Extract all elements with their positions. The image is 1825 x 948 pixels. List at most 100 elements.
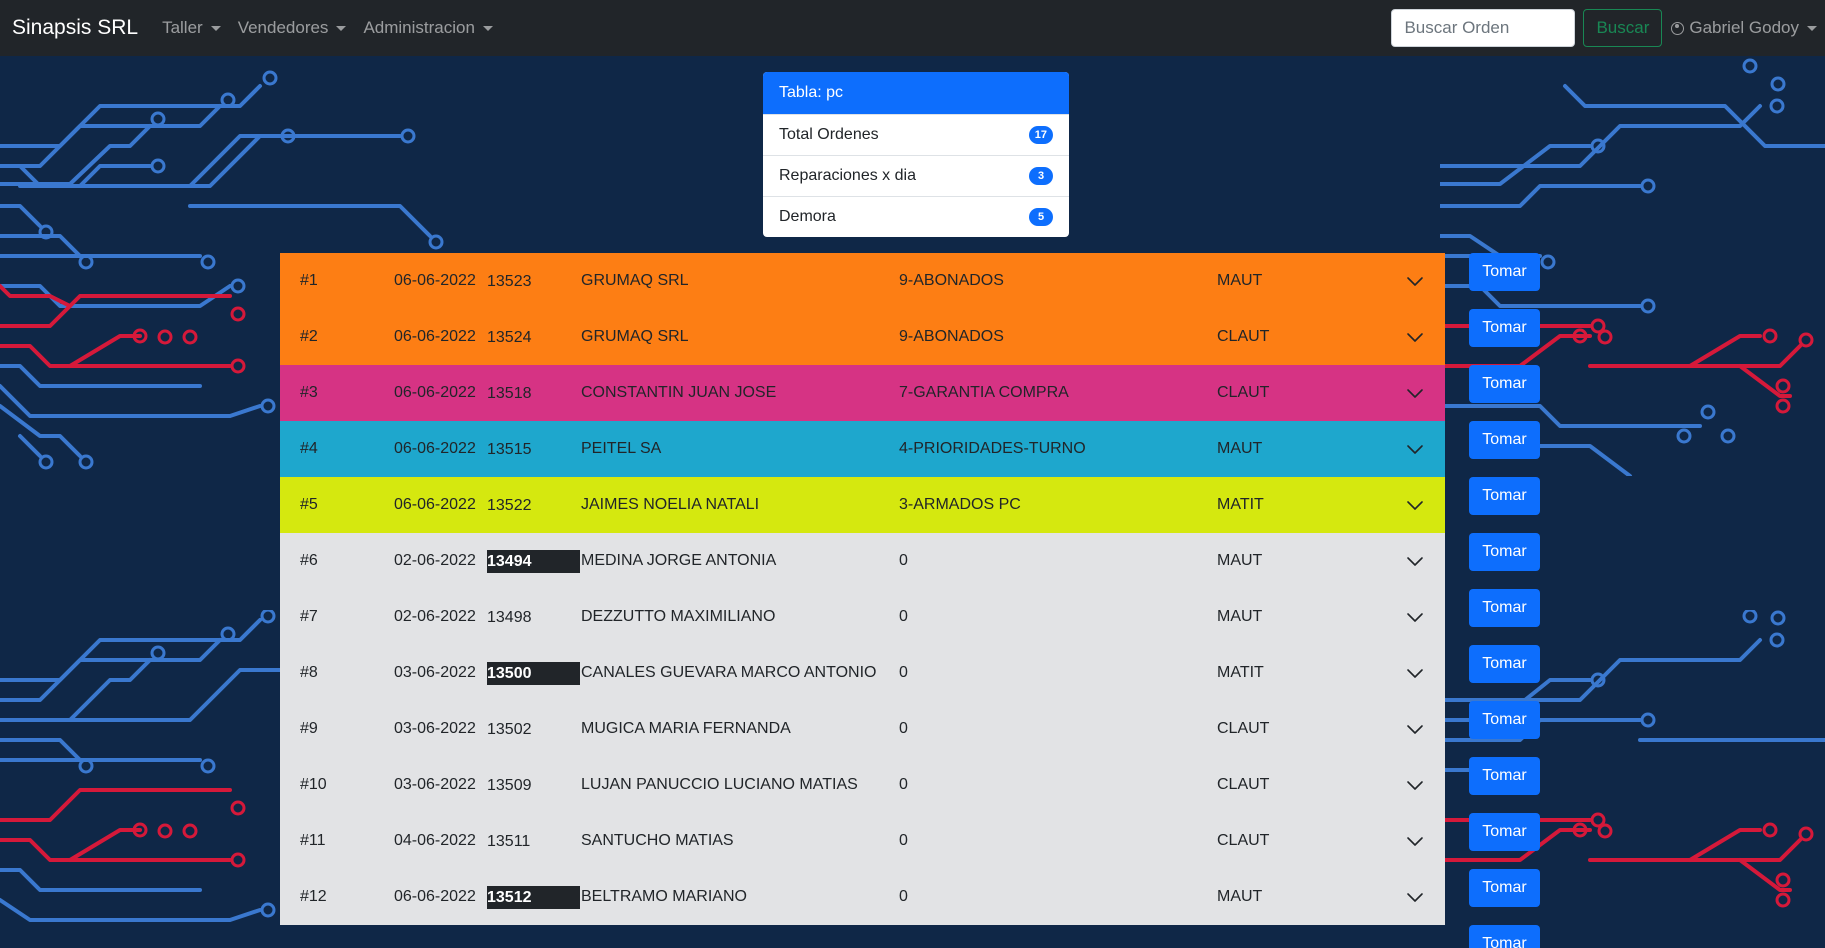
tomar-button[interactable]: Tomar [1469,309,1540,347]
nav-menu-taller[interactable]: Taller [162,18,221,38]
chevron-down-icon[interactable] [1405,607,1425,627]
nav-right-group: Buscar Gabriel Godoy [1391,9,1817,47]
order-number: #1 [300,272,318,289]
nav-menu-vendedores[interactable]: Vendedores [238,18,347,38]
chevron-down-icon[interactable] [1405,663,1425,683]
tomar-button[interactable]: Tomar [1469,421,1540,459]
order-number: #10 [300,776,327,793]
stats-label: Reparaciones x dia [779,167,916,184]
order-category: 9-ABONADOS [899,272,1004,289]
order-id: 13494 [487,549,580,573]
order-number: #8 [300,664,318,681]
search-order-input[interactable] [1391,9,1576,47]
order-date: 06-06-2022 [394,384,476,401]
order-date: 06-06-2022 [394,440,476,457]
chevron-down-icon[interactable] [1405,271,1425,291]
order-number: #4 [300,440,318,457]
stats-label: Total Ordenes [779,126,879,143]
tomar-button[interactable]: Tomar [1469,925,1540,948]
order-technician: CLAUT [1217,384,1270,401]
tomar-button[interactable]: Tomar [1469,477,1540,515]
order-client: SANTUCHO MATIAS [581,832,734,849]
order-row[interactable]: #3 06-06-2022 13518 CONSTANTIN JUAN JOSE 7-G… [280,365,1445,421]
tomar-button[interactable]: Tomar [1469,365,1540,403]
order-number: #6 [300,552,318,569]
order-id: 13512 [487,885,580,909]
user-menu[interactable]: Gabriel Godoy [1671,18,1817,38]
order-category: 0 [899,664,908,681]
order-client: CANALES GUEVARA MARCO ANTONIO [581,664,877,681]
order-id: 13523 [487,272,532,290]
order-number: #7 [300,608,318,625]
order-date: 03-06-2022 [394,664,476,681]
order-client: GRUMAQ SRL [581,272,689,289]
order-row[interactable]: #7 02-06-2022 13498 DEZZUTTO MAXIMILIANO 0 MA… [280,589,1445,645]
tomar-button[interactable]: Tomar [1469,253,1540,291]
stats-row-demora: Demora 5 [763,196,1069,237]
order-row[interactable]: #2 06-06-2022 13524 GRUMAQ SRL 9-ABONADOS CLA… [280,309,1445,365]
chevron-down-icon[interactable] [1405,775,1425,795]
stats-card: Tabla: pc Total Ordenes 17 Reparaciones … [763,72,1069,237]
order-technician: MATIT [1217,496,1264,513]
order-number: #12 [300,888,327,905]
order-date: 06-06-2022 [394,888,476,905]
tomar-button[interactable]: Tomar [1469,645,1540,683]
order-technician: CLAUT [1217,328,1270,345]
order-category: 0 [899,552,908,569]
chevron-down-icon[interactable] [1405,719,1425,739]
order-row[interactable]: #10 03-06-2022 13509 LUJAN PANUCCIO LUCIANO… [280,757,1445,813]
order-technician: MAUT [1217,552,1263,569]
order-row[interactable]: #4 06-06-2022 13515 PEITEL SA 4-PRIORIDADES-… [280,421,1445,477]
order-category: 7-GARANTIA COMPRA [899,384,1069,401]
orders-list: #1 06-06-2022 13523 GRUMAQ SRL 9-ABONADOS MAU… [280,253,1445,925]
tomar-button[interactable]: Tomar [1469,701,1540,739]
order-number: #3 [300,384,318,401]
order-technician: MAUT [1217,888,1263,905]
order-technician: MAUT [1217,608,1263,625]
order-row[interactable]: #5 06-06-2022 13522 JAIMES NOELIA NATALI 3-A… [280,477,1445,533]
order-category: 9-ABONADOS [899,328,1004,345]
order-client: BELTRAMO MARIANO [581,888,747,905]
tomar-button[interactable]: Tomar [1469,589,1540,627]
nav-menu-administracion-label: Administracion [363,18,475,37]
order-client: DEZZUTTO MAXIMILIANO [581,608,776,625]
order-row[interactable]: #9 03-06-2022 13502 MUGICA MARIA FERNANDA 0 C… [280,701,1445,757]
chevron-down-icon[interactable] [1405,495,1425,515]
order-date: 02-06-2022 [394,552,476,569]
nav-menu-administracion[interactable]: Administracion [363,18,493,38]
chevron-down-icon[interactable] [1405,439,1425,459]
order-row[interactable]: #11 04-06-2022 13511 SANTUCHO MATIAS 0 CLAUT [280,813,1445,869]
tomar-button[interactable]: Tomar [1469,869,1540,907]
user-name: Gabriel Godoy [1689,18,1799,37]
order-category: 0 [899,888,908,905]
chevron-down-icon[interactable] [1405,887,1425,907]
count-badge: 3 [1029,167,1053,185]
order-row[interactable]: #8 03-06-2022 13500 CANALES GUEVARA MARCO A… [280,645,1445,701]
brand-logo[interactable]: Sinapsis SRL [12,16,138,40]
order-id: 13498 [487,608,532,626]
tomar-button[interactable]: Tomar [1469,757,1540,795]
chevron-down-icon[interactable] [1405,383,1425,403]
order-id: 13518 [487,384,532,402]
order-row[interactable]: #1 06-06-2022 13523 GRUMAQ SRL 9-ABONADOS MAU… [280,253,1445,309]
order-client: LUJAN PANUCCIO LUCIANO MATIAS [581,776,858,793]
order-date: 03-06-2022 [394,720,476,737]
caret-down-icon [1807,25,1817,31]
chevron-down-icon[interactable] [1405,551,1425,571]
order-client: GRUMAQ SRL [581,328,689,345]
order-date: 06-06-2022 [394,328,476,345]
search-button[interactable]: Buscar [1583,9,1663,47]
order-row[interactable]: #12 06-06-2022 13512 BELTRAMO MARIANO 0 MAUT [280,869,1445,925]
tomar-button[interactable]: Tomar [1469,533,1540,571]
order-category: 3-ARMADOS PC [899,496,1021,513]
order-date: 06-06-2022 [394,496,476,513]
order-category: 0 [899,720,908,737]
order-client: JAIMES NOELIA NATALI [581,496,760,513]
order-client: CONSTANTIN JUAN JOSE [581,384,777,401]
order-date: 03-06-2022 [394,776,476,793]
order-row[interactable]: #6 02-06-2022 13494 MEDINA JORGE ANTONIA 0 MA… [280,533,1445,589]
chevron-down-icon[interactable] [1405,327,1425,347]
tomar-button[interactable]: Tomar [1469,813,1540,851]
stats-title: Tabla: pc [763,72,1069,114]
chevron-down-icon[interactable] [1405,831,1425,851]
